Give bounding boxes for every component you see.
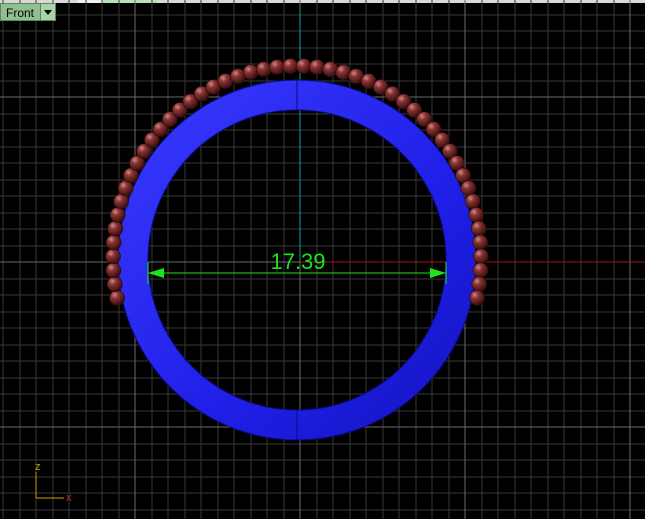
bead[interactable] [282,58,299,74]
bead[interactable] [242,64,259,80]
bead[interactable] [269,59,285,75]
bead[interactable] [105,262,122,279]
bead[interactable] [255,61,272,77]
front-viewport[interactable]: 17.39 z x Front [0,0,645,519]
bead[interactable] [309,59,325,75]
bead[interactable] [106,276,123,293]
triangle-down-icon[interactable] [40,4,56,20]
scene-canvas[interactable]: 17.39 z x [0,0,645,519]
axis-label-x: x [66,492,72,504]
bead[interactable] [107,220,123,237]
arrow-left-icon [148,268,164,278]
view-name-label: Front [6,6,35,20]
bead[interactable] [105,248,121,265]
bead[interactable] [468,207,485,223]
dimension-value: 17.39 [270,249,325,274]
arrow-right-icon [430,268,446,278]
view-name-tab[interactable]: Front [0,3,57,21]
bead[interactable] [295,58,312,74]
bead[interactable] [464,193,481,210]
bead[interactable] [109,207,126,223]
bead[interactable] [105,234,122,251]
bead[interactable] [460,180,477,196]
bead[interactable] [472,234,489,251]
axis-label-z: z [35,461,41,473]
bead[interactable] [322,61,339,77]
bead[interactable] [469,290,485,306]
bead[interactable] [470,220,487,237]
bead[interactable] [113,193,129,210]
bead[interactable] [473,248,489,265]
bead[interactable] [472,262,489,279]
bead[interactable] [109,290,125,306]
bead[interactable] [471,276,488,293]
